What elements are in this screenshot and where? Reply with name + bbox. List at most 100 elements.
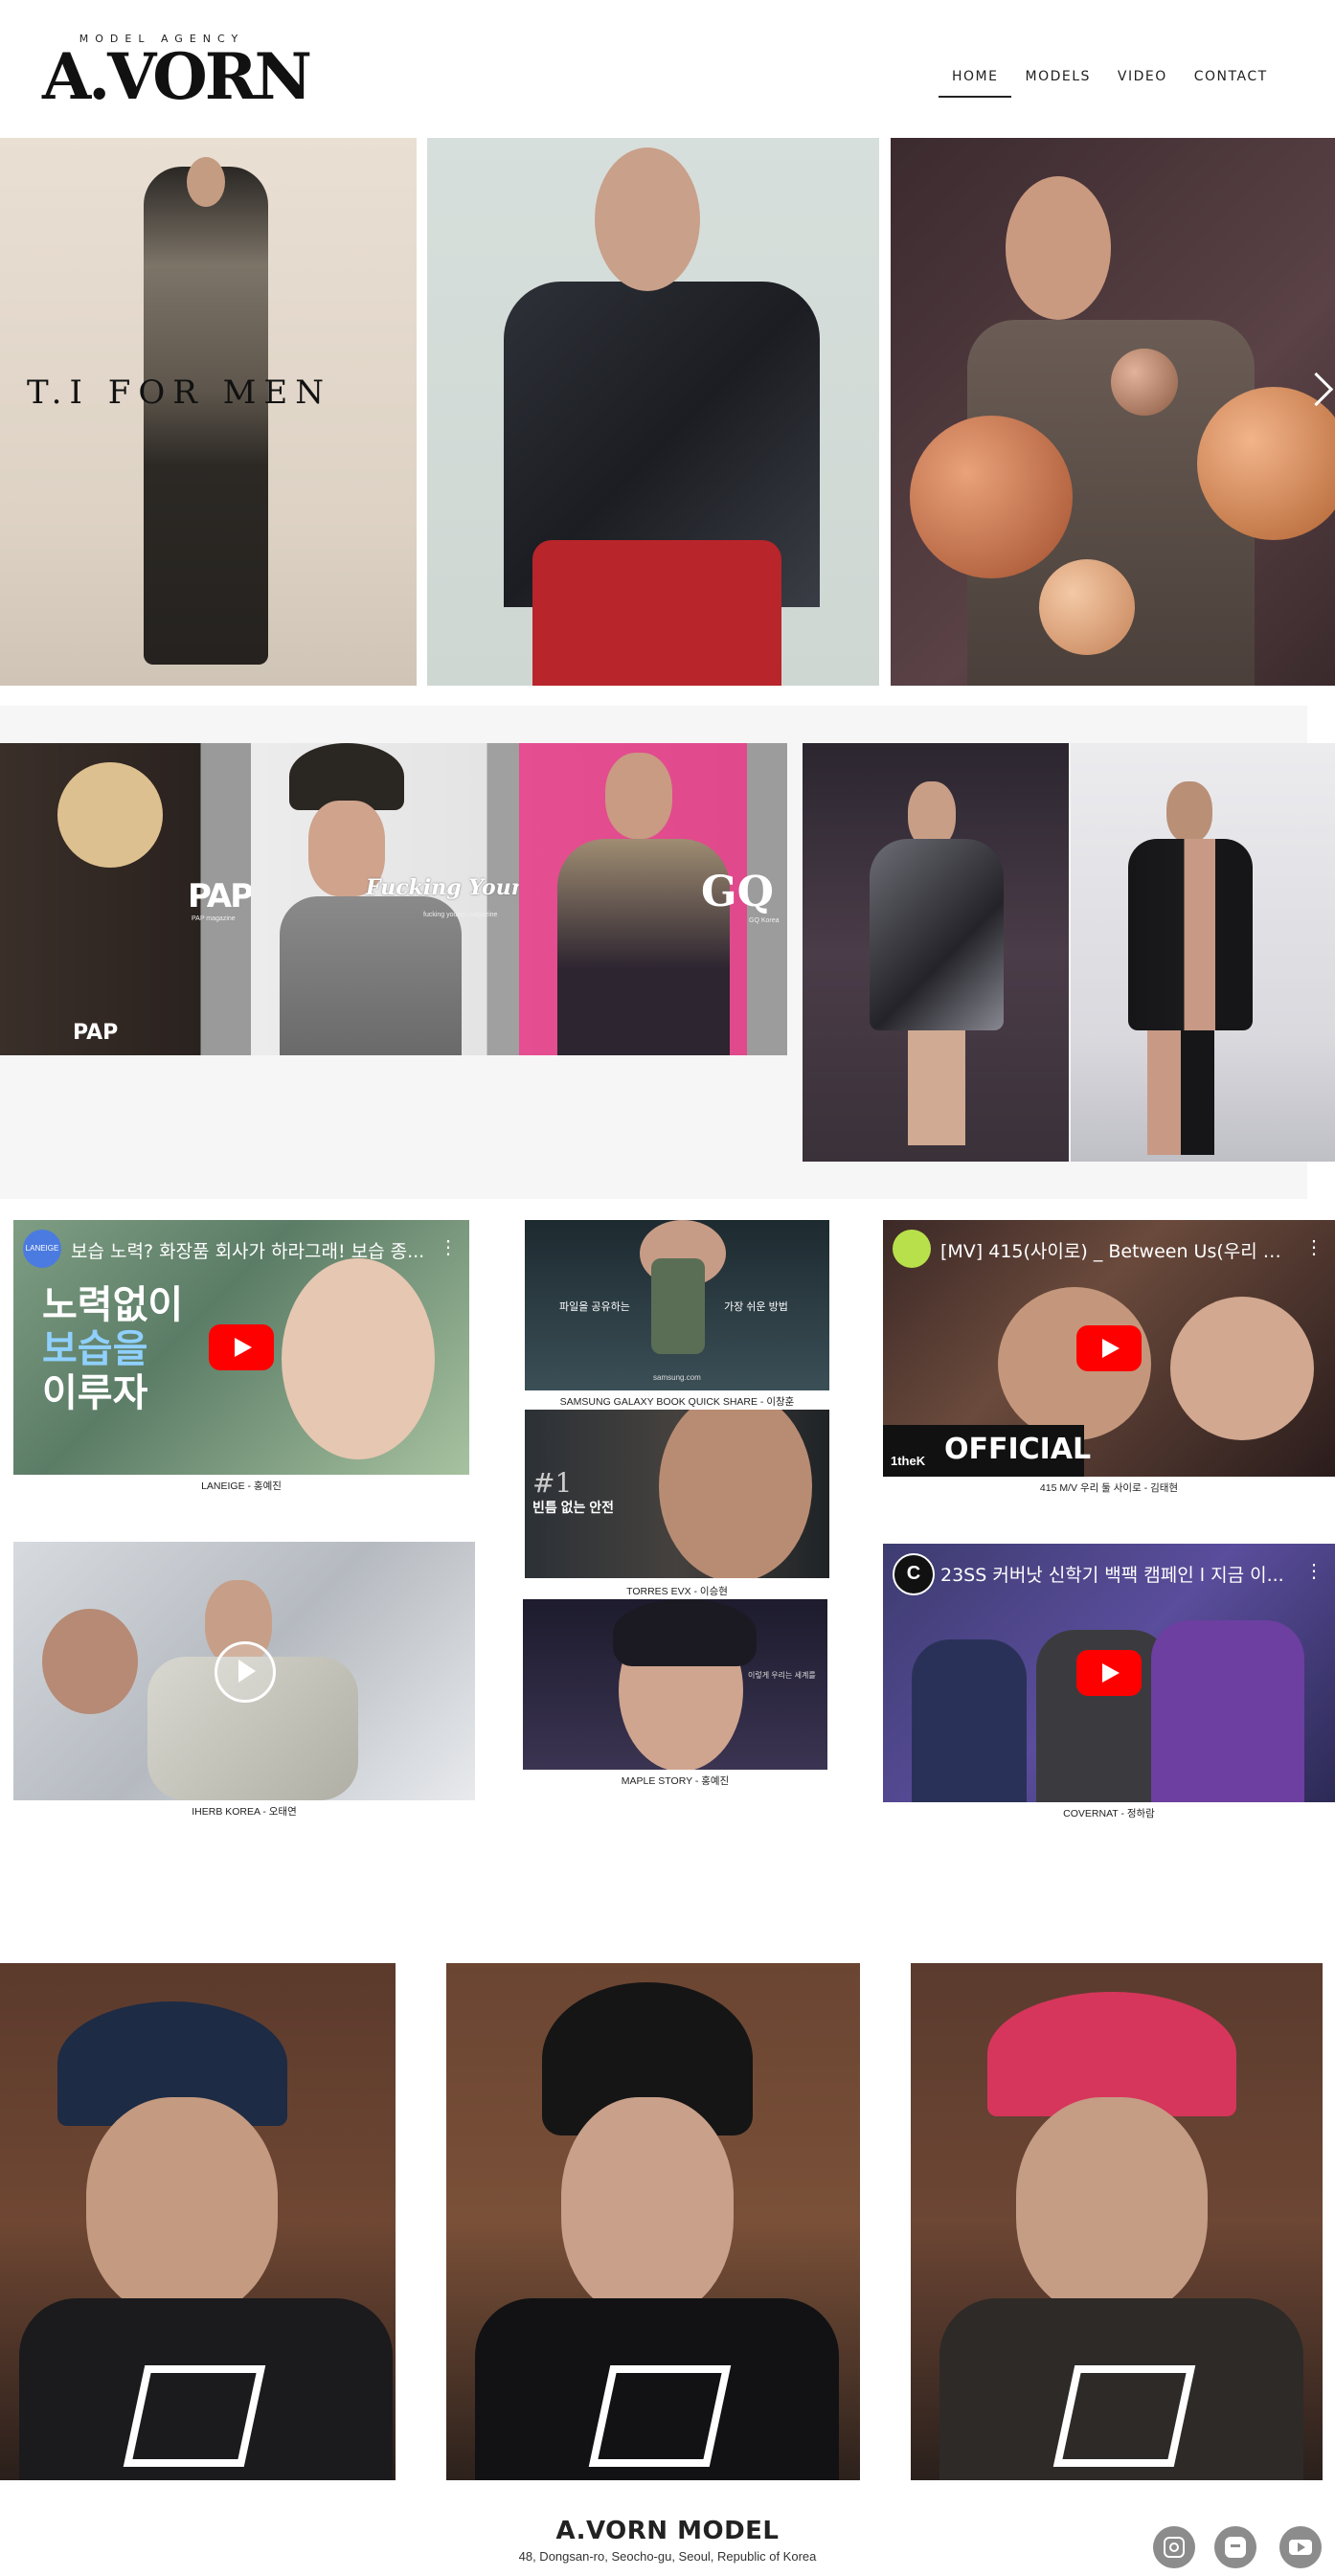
gq-logo: GQ — [701, 868, 774, 916]
model-face — [86, 2097, 278, 2317]
magazine-fucking-young[interactable]: Fucking Young! fucking young! magazine — [251, 743, 519, 1055]
thumbnail-text: 노력없이 보습을 이루자 — [42, 1283, 183, 1415]
pap-bottom-logo: PAP — [73, 1021, 119, 1045]
play-icon[interactable] — [1076, 1650, 1142, 1696]
video-iherb[interactable] — [13, 1542, 475, 1800]
video-title: [MV] 415(사이로) _ Between Us(우리 둘 사... — [940, 1241, 1297, 1262]
nav-models[interactable]: MODELS — [1011, 63, 1103, 96]
planet-small — [1039, 559, 1135, 655]
video-title: 23SS 커버낫 신학기 백팩 캠페인 l 지금 이... — [940, 1565, 1284, 1586]
samsung-url: samsung.com — [653, 1373, 701, 1382]
hero-overlay-text: T.I FOR MEN — [27, 373, 331, 412]
instagram-lens — [1169, 2542, 1179, 2552]
planet-mini — [1111, 349, 1178, 416]
model-head — [1166, 781, 1212, 843]
video-caption-maple: MAPLE STORY - 홍예진 — [621, 1775, 730, 1787]
gq-small: GQ Korea — [749, 917, 780, 924]
video-415-mv[interactable]: [MV] 415(사이로) _ Between Us(우리 둘 사... ⋮ 1… — [883, 1220, 1335, 1477]
model-head — [187, 157, 225, 207]
magazine-gq[interactable]: GQ GQ Korea — [519, 743, 787, 1055]
new-era-flag-icon — [123, 2365, 266, 2467]
main-nav: HOME MODELS VIDEO CONTACT — [939, 63, 1281, 102]
campaign-photo-1[interactable] — [0, 1963, 396, 2480]
more-options-icon[interactable]: ⋮ — [439, 1235, 458, 1259]
hero-photo-3[interactable] — [891, 138, 1335, 686]
footer-address: 48, Dongsan-ro, Seocho-gu, Seoul, Republ… — [518, 2549, 817, 2564]
youtube-icon[interactable] — [1279, 2526, 1322, 2568]
model-face — [282, 1258, 435, 1459]
play-triangle — [238, 1660, 256, 1683]
model-hair — [57, 762, 163, 868]
video-laneige[interactable]: LANEIGE 보습 노력? 화장품 회사가 하라그래! 보습 종... ⋮ 노… — [13, 1220, 469, 1475]
runway-photo-1[interactable] — [803, 743, 1069, 1162]
pap-logo: PAP — [188, 877, 251, 915]
instagram-icon[interactable] — [1153, 2526, 1195, 2568]
model-head — [595, 147, 700, 291]
model-head — [605, 753, 672, 839]
model-legs — [1147, 1030, 1214, 1155]
nav-contact[interactable]: CONTACT — [1181, 63, 1281, 96]
nav-home[interactable]: HOME — [939, 63, 1012, 98]
badge-1thek: 1theK — [891, 1454, 926, 1468]
logo-name: A.VORN — [42, 39, 312, 114]
nav-video[interactable]: VIDEO — [1104, 63, 1181, 96]
thumb-line-3: 이루자 — [42, 1371, 148, 1415]
video-samsung[interactable]: 파일을 공유하는 가장 쉬운 방법 samsung.com — [525, 1220, 829, 1390]
model-hair — [613, 1599, 757, 1666]
video-caption-torres: TORRES EVX - 이승현 — [626, 1586, 728, 1597]
model-face — [561, 2097, 734, 2317]
more-options-icon[interactable]: ⋮ — [1304, 1235, 1324, 1259]
phone — [651, 1258, 705, 1354]
planet-large — [910, 416, 1073, 578]
model-coat — [280, 896, 462, 1055]
official-badge: 1theK OFFICIAL — [883, 1425, 1091, 1477]
blog-icon[interactable] — [1214, 2526, 1256, 2568]
logo[interactable]: MODEL AGENCY A.VORN — [42, 33, 312, 114]
new-era-flag-icon — [1052, 2365, 1196, 2467]
play-icon[interactable] — [215, 1641, 276, 1703]
model-2 — [1151, 1620, 1304, 1802]
campaign-photo-3[interactable] — [911, 1963, 1323, 2480]
model-coat — [870, 839, 1004, 1030]
thumb-line-2: 보습을 — [42, 1327, 148, 1371]
footer-title: A.VORN MODEL — [555, 2517, 780, 2545]
samsung-right-text: 가장 쉬운 방법 — [724, 1301, 788, 1313]
video-title: 보습 노력? 화장품 회사가 하라그래! 보습 종... — [71, 1241, 425, 1262]
video-caption-iherb: IHERB KOREA - 오태연 — [192, 1806, 297, 1818]
runway-photo-2[interactable] — [1071, 743, 1335, 1162]
more-options-icon[interactable]: ⋮ — [1304, 1559, 1324, 1583]
model-legs — [908, 1030, 965, 1145]
channel-avatar: LANEIGE — [23, 1230, 61, 1268]
campaign-photo-2[interactable] — [446, 1963, 860, 2480]
video-caption-covernat: COVERNAT - 정하람 — [1063, 1808, 1155, 1819]
pap-small: PAP magazine — [192, 915, 236, 922]
video-caption-laneige: LANEIGE - 홍예진 — [201, 1480, 282, 1492]
model-suit — [1128, 839, 1253, 1030]
samsung-left-text: 파일을 공유하는 — [559, 1301, 630, 1313]
channel-avatar — [893, 1230, 931, 1268]
fy-logo: Fucking Young! — [366, 875, 519, 900]
magazine-pap[interactable]: PAP PAP magazine PAP — [0, 743, 251, 1055]
new-era-flag-icon — [588, 2365, 732, 2467]
model-face — [1016, 2097, 1208, 2317]
model-face — [659, 1410, 812, 1578]
red-garment — [532, 540, 781, 686]
fy-small: fucking young! magazine — [423, 912, 498, 918]
model-hand — [42, 1609, 138, 1714]
video-caption-samsung: SAMSUNG GALAXY BOOK QUICK SHARE - 이창훈 — [559, 1396, 795, 1408]
torres-text: 빈틈 없는 안전 — [532, 1500, 615, 1515]
video-maple[interactable]: 이렇게 우리는 세계를 — [523, 1599, 827, 1770]
hero-photo-2[interactable] — [427, 138, 879, 686]
play-icon[interactable] — [1076, 1325, 1142, 1371]
channel-avatar: C — [893, 1553, 935, 1595]
play-icon[interactable] — [209, 1324, 274, 1370]
hero-photo-1[interactable]: T.I FOR MEN — [0, 138, 417, 686]
video-covernat[interactable]: C 23SS 커버낫 신학기 백팩 캠페인 l 지금 이... ⋮ — [883, 1544, 1335, 1802]
video-caption-415: 415 M/V 우리 둘 사이로 - 김태현 — [1039, 1482, 1179, 1494]
badge-official: OFFICIAL — [944, 1433, 1092, 1466]
video-torres[interactable]: #1 빈틈 없는 안전 — [525, 1410, 829, 1578]
model-face-2 — [1170, 1297, 1314, 1440]
torres-number: #1 — [532, 1467, 573, 1499]
model-1 — [912, 1639, 1027, 1802]
model-head — [1006, 176, 1111, 320]
